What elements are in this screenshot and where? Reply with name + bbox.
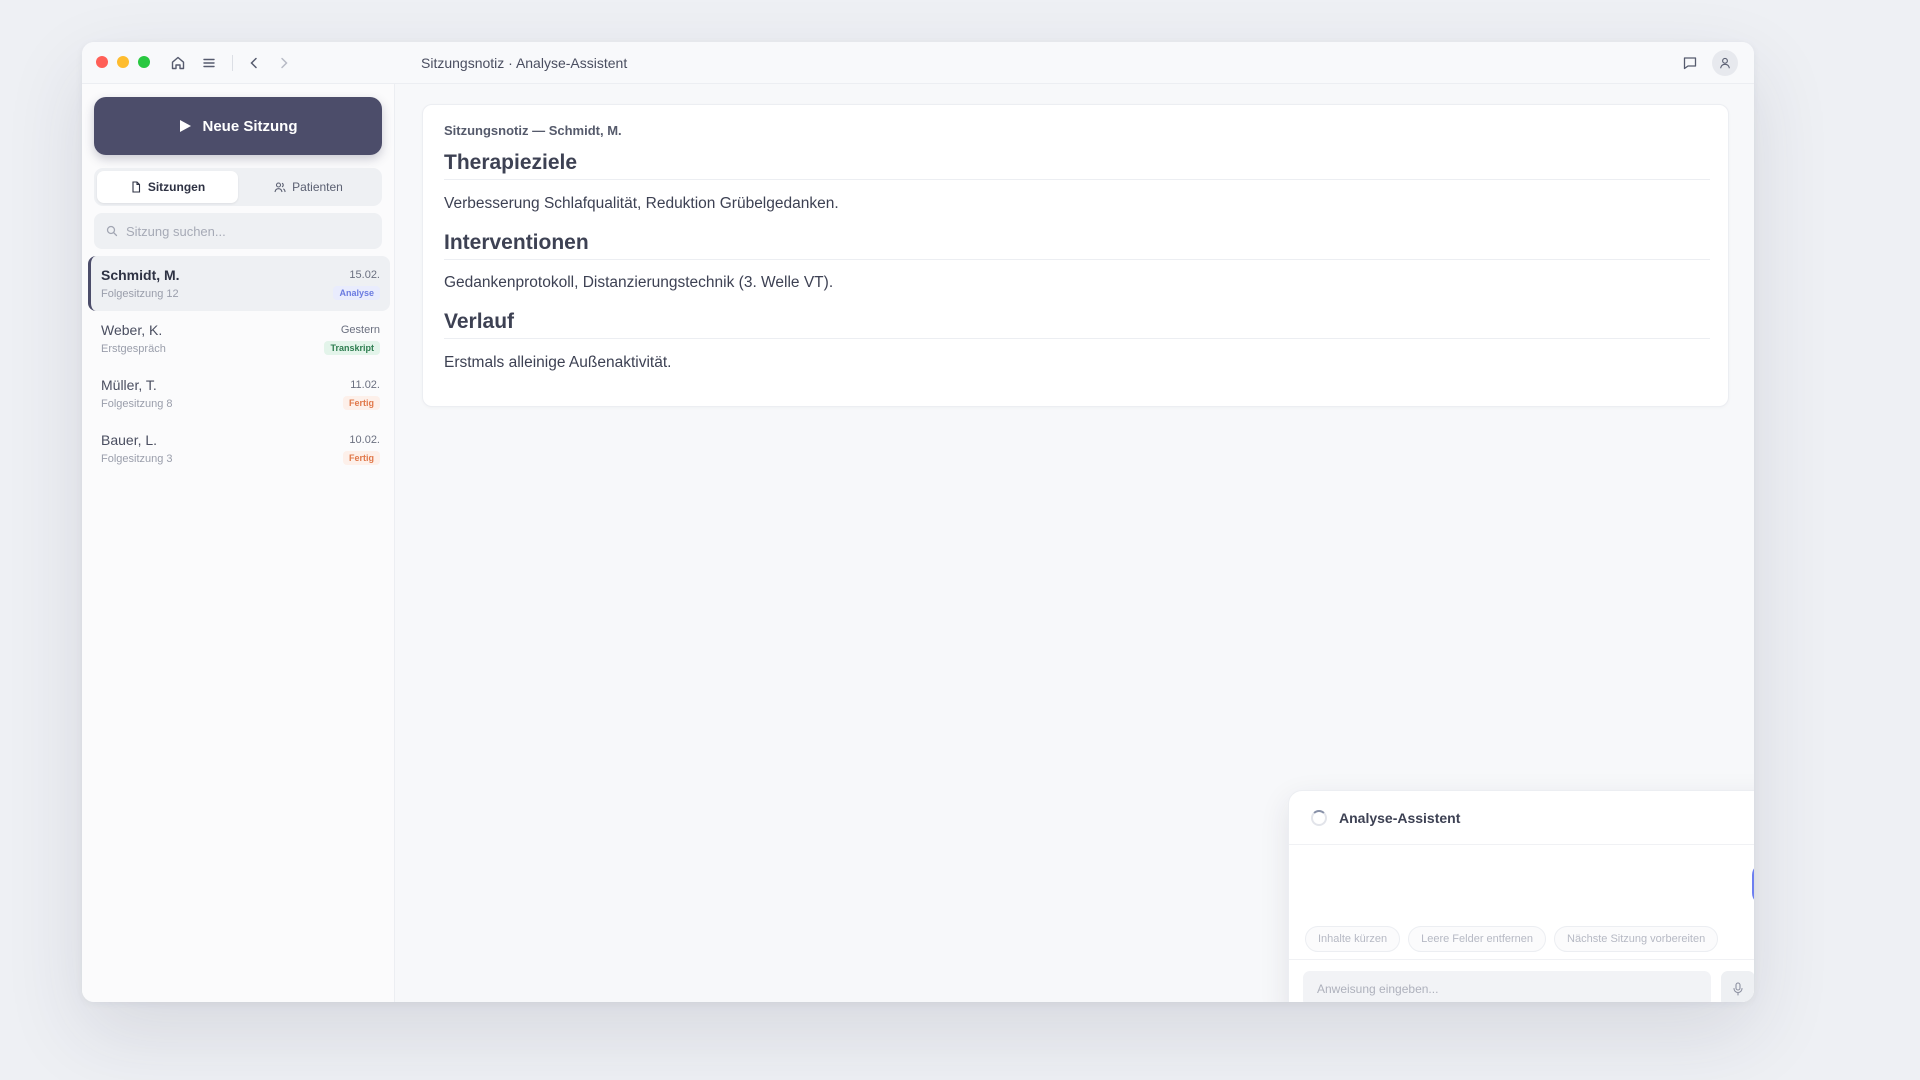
status-badge: Fertig bbox=[342, 396, 380, 410]
session-item[interactable]: Schmidt, M. Folgesitzung 12 15.02. Analy… bbox=[88, 256, 390, 311]
user-avatar[interactable] bbox=[1712, 50, 1738, 76]
session-type: Folgesitzung 3 bbox=[101, 453, 173, 465]
session-patient-name: Müller, T. bbox=[101, 377, 157, 393]
play-icon bbox=[180, 120, 192, 132]
new-session-button[interactable]: Neue Sitzung bbox=[94, 97, 382, 155]
tab-label: Patienten bbox=[292, 180, 343, 194]
session-list: Schmidt, M. Folgesitzung 12 15.02. Analy… bbox=[88, 256, 390, 476]
loading-spinner-icon bbox=[1311, 810, 1327, 826]
users-icon bbox=[274, 182, 286, 193]
tab-patienten[interactable]: Patienten bbox=[238, 171, 379, 203]
forward-icon[interactable] bbox=[276, 55, 292, 71]
session-date: Gestern bbox=[340, 324, 380, 336]
assistant-header: Analyse-Assistent bbox=[1289, 791, 1754, 845]
sidebar-tabs: Sitzungen Patienten bbox=[94, 168, 382, 206]
instruction-input[interactable] bbox=[1303, 971, 1711, 1002]
section-heading-therapieziele: Therapieziele bbox=[444, 151, 1710, 180]
suggestion-chip[interactable]: Nächste Sitzung vorbereiten bbox=[1554, 926, 1719, 952]
session-type: Folgesitzung 8 bbox=[101, 398, 173, 410]
tab-sitzungen[interactable]: Sitzungen bbox=[97, 171, 238, 203]
tab-label: Sitzungen bbox=[147, 180, 206, 194]
session-note-card: Sitzungsnotiz — Schmidt, M. Therapieziel… bbox=[422, 104, 1729, 407]
mic-icon bbox=[1733, 982, 1743, 996]
assistant-input-bar bbox=[1289, 959, 1754, 1002]
close-window-button[interactable] bbox=[96, 56, 108, 68]
maximize-window-button[interactable] bbox=[138, 56, 150, 68]
suggestion-chips: Inhalte kürzen Leere Felder entfernen Nä… bbox=[1305, 926, 1719, 952]
session-patient-name: Schmidt, M. bbox=[101, 267, 180, 283]
app-window: Sitzungsnotiz · Analyse-Assistent Neue S… bbox=[82, 42, 1754, 1002]
session-patient-name: Bauer, L. bbox=[101, 432, 158, 448]
mic-button[interactable] bbox=[1721, 971, 1754, 1002]
session-search bbox=[94, 213, 382, 249]
minimize-window-button[interactable] bbox=[117, 56, 129, 68]
session-type: Folgesitzung 12 bbox=[101, 288, 179, 300]
home-icon[interactable] bbox=[170, 55, 186, 71]
search-icon bbox=[106, 225, 118, 237]
section-heading-interventionen: Interventionen bbox=[444, 231, 1710, 260]
title-bar: Sitzungsnotiz · Analyse-Assistent bbox=[82, 42, 1754, 84]
suggestion-chip[interactable]: Leere Felder entfernen bbox=[1408, 926, 1547, 952]
session-date: 15.02. bbox=[349, 269, 380, 281]
session-date: 10.02. bbox=[349, 434, 380, 446]
new-session-label: Neue Sitzung bbox=[202, 117, 298, 135]
session-patient-name: Weber, K. bbox=[101, 322, 163, 338]
note-title: Sitzungsnotiz — Schmidt, M. bbox=[444, 123, 622, 138]
document-icon bbox=[132, 181, 140, 193]
menu-icon[interactable] bbox=[201, 55, 217, 71]
assistant-title: Analyse-Assistent bbox=[1339, 810, 1461, 826]
toolbar-divider bbox=[232, 55, 233, 71]
suggestion-chip[interactable]: Inhalte kürzen bbox=[1305, 926, 1401, 952]
section-text-verlauf: Erstmals alleinige Außenaktivität. bbox=[444, 354, 672, 371]
search-input[interactable] bbox=[126, 223, 366, 239]
session-date: 11.02. bbox=[350, 379, 380, 391]
user-message-bubble: I bbox=[1752, 863, 1754, 905]
sidebar: Neue Sitzung Sitzungen Patienten Schmidt… bbox=[82, 84, 395, 1002]
status-badge: Transkript bbox=[324, 341, 380, 355]
section-text-therapieziele: Verbesserung Schlafqualität, Reduktion G… bbox=[444, 195, 839, 212]
session-item[interactable]: Weber, K. Erstgespräch Gestern Transkrip… bbox=[88, 311, 390, 366]
user-icon bbox=[1720, 57, 1730, 69]
session-item[interactable]: Müller, T. Folgesitzung 8 11.02. Fertig bbox=[88, 366, 390, 421]
session-item[interactable]: Bauer, L. Folgesitzung 3 10.02. Fertig bbox=[88, 421, 390, 476]
section-text-interventionen: Gedankenprotokoll, Distanzierungstechnik… bbox=[444, 274, 834, 291]
back-icon[interactable] bbox=[246, 55, 262, 71]
chat-icon[interactable] bbox=[1682, 55, 1698, 71]
section-heading-verlauf: Verlauf bbox=[444, 310, 1710, 339]
window-title: Sitzungsnotiz · Analyse-Assistent bbox=[421, 55, 628, 71]
window-controls bbox=[96, 56, 150, 68]
status-badge: Fertig bbox=[342, 451, 380, 465]
assistant-panel: Analyse-Assistent I Inhalte kürzen Leere… bbox=[1288, 790, 1754, 1002]
session-type: Erstgespräch bbox=[101, 343, 166, 355]
status-badge: Analyse bbox=[333, 286, 380, 300]
